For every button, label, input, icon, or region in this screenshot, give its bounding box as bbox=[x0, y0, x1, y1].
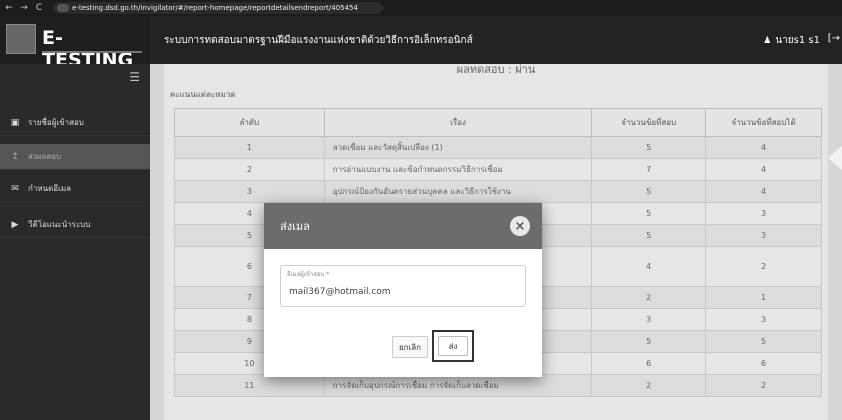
cell-total: 2 bbox=[591, 374, 707, 397]
sidebar-item-label: วีดีโอแนะนำระบบ bbox=[28, 220, 91, 229]
cell-total: 5 bbox=[591, 180, 707, 203]
cell-topic: ลวดเชื่อม และวัสดุสิ้นเปลือง (1) bbox=[323, 136, 593, 159]
cell-passed: 2 bbox=[705, 246, 822, 287]
table-header-row: ลำดับ เรื่อง จำนวนข้อที่สอบ จำนวนข้อที่ส… bbox=[174, 108, 822, 137]
sidebar-item-label: ส่งผลสอบ bbox=[28, 152, 62, 161]
section-label: คะแนนแต่ละหมวด bbox=[170, 90, 236, 99]
sidebar-item-tutorial-video[interactable]: ▶ วีดีโอแนะนำระบบ bbox=[0, 212, 150, 238]
cell-total: 5 bbox=[591, 136, 707, 159]
user-menu[interactable]: ♟ นายs1 s1 bbox=[763, 33, 820, 48]
cell-total: 6 bbox=[591, 352, 707, 375]
cancel-button[interactable]: ยกเลิก bbox=[392, 336, 428, 358]
sidebar-item-examinee-list[interactable]: ▣ รายชื่อผู้เข้าสอบ bbox=[0, 110, 150, 136]
cell-no: 3 bbox=[174, 180, 325, 203]
email-field[interactable]: อีเมลผู้เข้าสอบ * bbox=[280, 265, 526, 307]
cell-topic: การจัดเก็บอุปกรณ์การเชื่อม การจัดเก็บลวด… bbox=[323, 374, 593, 397]
sidebar-item-label: รายชื่อผู้เข้าสอบ bbox=[28, 118, 84, 127]
table-row: 11 การจัดเก็บอุปกรณ์การเชื่อม การจัดเก็บ… bbox=[174, 374, 822, 397]
forward-icon[interactable]: → bbox=[18, 3, 30, 13]
column-header: ลำดับ bbox=[174, 108, 325, 137]
cell-passed: 5 bbox=[705, 330, 822, 353]
email-input[interactable] bbox=[289, 287, 509, 297]
logo-emblem-icon bbox=[6, 24, 36, 54]
modal-header: ส่งเมล × bbox=[264, 203, 542, 249]
play-circle-icon: ▶ bbox=[11, 219, 19, 230]
table-row: 3 อุปกรณ์ป้องกันอันตรายส่วนบุคคล และวิธี… bbox=[174, 180, 822, 203]
cell-total: 3 bbox=[591, 308, 707, 331]
cell-passed: 6 bbox=[705, 352, 822, 375]
site-info-icon[interactable] bbox=[57, 4, 69, 12]
send-button-focus-ring: ส่ง bbox=[432, 330, 474, 362]
modal-title: ส่งเมล bbox=[280, 220, 310, 233]
cell-passed: 3 bbox=[705, 224, 822, 247]
cell-passed: 3 bbox=[705, 202, 822, 225]
cell-no: 2 bbox=[174, 158, 325, 181]
cell-no: 1 bbox=[174, 136, 325, 159]
cell-passed: 4 bbox=[705, 136, 822, 159]
close-icon[interactable]: × bbox=[510, 216, 530, 236]
browser-bar: ← → C e-testing.dsd.go.th/invigilator/#/… bbox=[0, 0, 842, 16]
reload-icon[interactable]: C bbox=[33, 3, 45, 13]
cell-total: 2 bbox=[591, 286, 707, 309]
logout-icon[interactable]: [→ bbox=[828, 33, 840, 44]
cell-total: 7 bbox=[591, 158, 707, 181]
hamburger-menu-icon[interactable]: ☰ bbox=[129, 70, 140, 84]
sidebar-item-set-email[interactable]: ✉ กำหนดอีเมล bbox=[0, 176, 150, 202]
cell-total: 5 bbox=[591, 224, 707, 247]
address-bar[interactable]: e-testing.dsd.go.th/invigilator/#/report… bbox=[53, 2, 383, 14]
url-text: e-testing.dsd.go.th/invigilator/#/report… bbox=[72, 4, 358, 12]
sidebar-item-send-results[interactable]: ↥ ส่งผลสอบ bbox=[0, 144, 150, 170]
cell-passed: 2 bbox=[705, 374, 822, 397]
user-name: นายs1 s1 bbox=[775, 35, 820, 46]
table-row: 1 ลวดเชื่อม และวัสดุสิ้นเปลือง (1) 5 4 bbox=[174, 136, 822, 159]
cell-passed: 3 bbox=[705, 308, 822, 331]
table-row: 2 การอ่านแบบงาน และข้อกำหนดกรรมวิธีการเช… bbox=[174, 158, 822, 181]
column-header: เรื่อง bbox=[323, 108, 593, 137]
back-icon[interactable]: ← bbox=[3, 3, 15, 13]
cell-total: 4 bbox=[591, 246, 707, 287]
column-header: จำนวนข้อที่สอบ bbox=[591, 108, 707, 137]
send-button[interactable]: ส่ง bbox=[438, 336, 468, 356]
app-header: E-TESTING ระบบการทดสอบมาตรฐานฝีมือแรงงาน… bbox=[0, 16, 842, 71]
user-icon: ♟ bbox=[763, 35, 772, 46]
card-title: ผลทดสอบ : ผ่าน bbox=[456, 63, 536, 76]
sidebar-item-label: กำหนดอีเมล bbox=[28, 184, 71, 193]
id-card-icon: ▣ bbox=[10, 117, 20, 128]
cell-topic: การอ่านแบบงาน และข้อกำหนดกรรมวิธีการเชื่… bbox=[323, 158, 593, 181]
cell-passed: 1 bbox=[705, 286, 822, 309]
email-field-label: อีเมลผู้เข้าสอบ * bbox=[287, 271, 330, 278]
scroll-right-arrow-icon[interactable] bbox=[828, 146, 842, 170]
sidebar: ☰ ▣ รายชื่อผู้เข้าสอบ ↥ ส่งผลสอบ ✉ กำหนด… bbox=[0, 64, 150, 420]
envelope-icon: ✉ bbox=[11, 183, 19, 194]
cell-no: 11 bbox=[174, 374, 325, 397]
logo-subtitle-bar bbox=[42, 51, 142, 53]
cell-passed: 4 bbox=[705, 180, 822, 203]
app-title: ระบบการทดสอบมาตรฐานฝีมือแรงงานแห่งชาติด้… bbox=[164, 35, 473, 46]
cell-passed: 4 bbox=[705, 158, 822, 181]
logo[interactable]: E-TESTING bbox=[0, 16, 150, 71]
send-email-modal: ส่งเมล × อีเมลผู้เข้าสอบ * ยกเลิก ส่ง bbox=[264, 203, 542, 377]
upload-icon: ↥ bbox=[11, 151, 19, 162]
column-header: จำนวนข้อที่สอบได้ bbox=[705, 108, 822, 137]
cell-total: 5 bbox=[591, 202, 707, 225]
cell-total: 5 bbox=[591, 330, 707, 353]
cell-topic: อุปกรณ์ป้องกันอันตรายส่วนบุคคล และวิธีกา… bbox=[323, 180, 593, 203]
